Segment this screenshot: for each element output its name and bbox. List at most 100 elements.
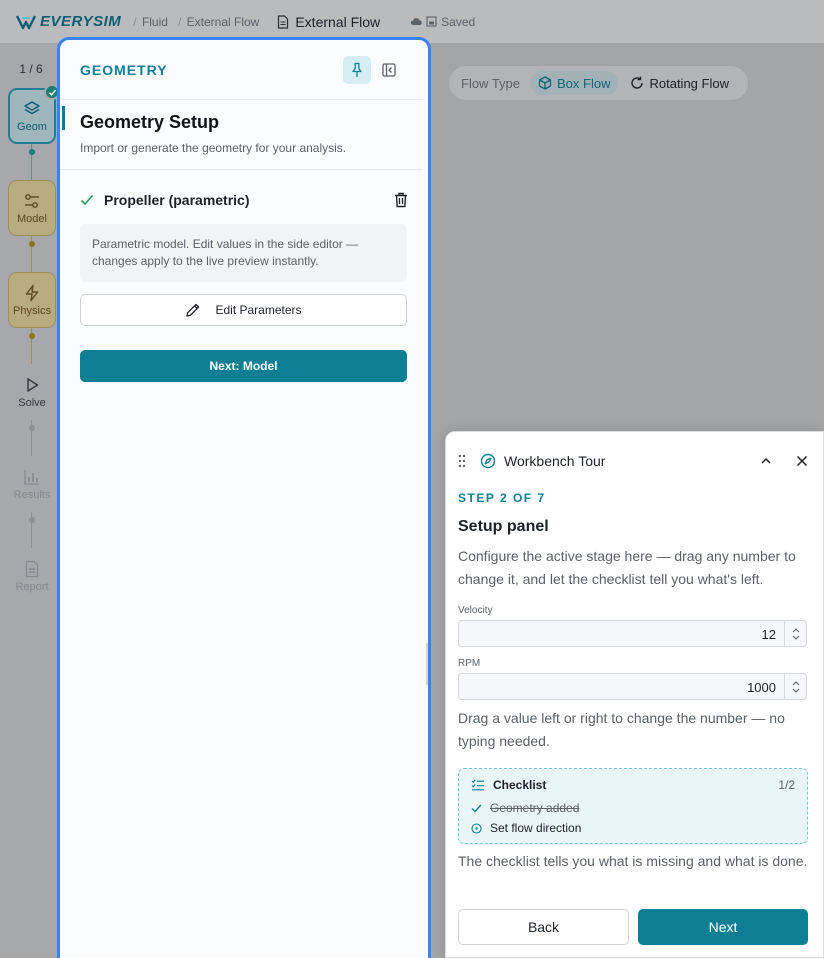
next-model-button[interactable]: Next: Model [80,350,407,382]
panel-header: GEOMETRY [60,40,423,100]
flow-option-rotating[interactable]: Rotating Flow [622,71,736,95]
velocity-stepper[interactable] [784,621,806,646]
tour-heading: Setup panel [458,518,549,535]
edit-parameters-label: Edit Parameters [215,303,302,317]
tour-step-indicator: STEP 2 OF 7 [458,491,546,505]
rpm-value: 1000 [747,680,776,695]
everysim-logo-icon [16,14,36,29]
workbench-tour: Workbench Tour STEP 2 OF 7 Setup panel C… [445,431,824,958]
stage-label: Physics [13,304,51,317]
velocity-label: Velocity [458,605,493,616]
list-check-icon [471,779,484,791]
checklist-item-label: Set flow direction [490,821,582,835]
connector-dot [29,241,35,247]
compass-icon [480,453,496,469]
trash-icon[interactable] [394,192,408,208]
play-icon [27,377,39,392]
flow-type-label: Flow Type [461,75,521,91]
chevron-down-icon[interactable] [792,635,800,640]
checklist-header: Checklist 1/2 [471,778,795,792]
panel-resize-handle[interactable] [426,643,428,685]
connector-dot [29,333,35,339]
velocity-input[interactable]: 12 [458,620,807,647]
section-header: Geometry Setup Import or generate the ge… [60,100,423,170]
flow-option-label: Rotating Flow [649,75,729,91]
tour-hint: Drag a value left or right to change the… [458,710,785,749]
stage-results[interactable]: Results [8,456,56,512]
flow-option-label: Box Flow [557,75,611,91]
chevron-down-icon[interactable] [792,688,800,693]
save-disk-icon [426,16,437,27]
tour-header: Workbench Tour [458,452,813,470]
app-logo[interactable]: EVERYSIM [16,13,121,30]
checklist-item: Geometry added [471,801,579,815]
chevron-up-icon[interactable] [792,680,800,686]
check-icon [471,804,482,812]
rpm-input[interactable]: 1000 [458,673,807,700]
panel-label: GEOMETRY [80,61,168,78]
rpm-label: RPM [458,658,481,669]
back-button[interactable]: Back [458,909,629,945]
stage-geom[interactable]: Geom [8,84,60,144]
drag-handle-icon[interactable] [458,454,466,468]
stage-label: Model [17,212,47,225]
section-subtitle: Import or generate the geometry for your… [80,141,347,155]
pencil-icon [186,303,200,317]
rpm-stepper[interactable] [784,674,806,699]
pin-button[interactable] [343,55,371,84]
stage-label: Geom [17,120,47,133]
stage-report[interactable]: Report [8,548,56,604]
connector-dot [29,425,35,431]
logo-text: EVERYSIM [40,13,122,30]
document-icon [25,560,39,577]
close-icon[interactable] [795,454,809,468]
save-status-text: Saved [441,14,476,29]
stage-label: Solve [18,396,46,409]
sidebar-collapse-icon [382,62,396,77]
geometry-item: Propeller (parametric) [60,170,428,208]
velocity-value: 12 [761,627,776,642]
checklist-item: Set flow direction [471,821,581,835]
pin-icon [352,62,362,77]
stage-label: Report [15,580,49,593]
flow-option-box[interactable]: Box Flow [530,71,619,95]
stage-label: Results [13,488,51,501]
cube-icon [538,76,552,90]
step-counter: 1 / 6 [19,62,43,76]
tour-description: Configure the active stage here — drag a… [458,548,796,587]
parametric-info: Parametric model. Edit values in the sid… [80,224,407,282]
checklist-title: Checklist [493,778,547,792]
stage-solve[interactable]: Solve [8,364,56,420]
edit-parameters-button[interactable]: Edit Parameters [80,294,407,326]
checklist-count: 1/2 [778,778,795,792]
next-button[interactable]: Next [638,909,808,945]
section-title: Geometry Setup [80,112,220,132]
stage-model[interactable]: Model [8,180,56,236]
collapse-panel-button[interactable] [375,56,403,84]
save-status: Saved [410,15,475,29]
flow-type-selector: Flow Type Box Flow Rotating Flow [448,65,749,101]
tour-title: Workbench Tour [504,453,606,469]
geometry-panel: GEOMETRY Geometry Setup Import or genera… [57,37,431,958]
pending-circle-icon [471,822,482,834]
chevron-up-icon[interactable] [792,627,800,633]
stage-physics[interactable]: Physics [8,272,56,328]
breadcrumb-fluid[interactable]: / Fluid [131,15,168,29]
chevron-up-icon[interactable] [759,454,773,468]
file-icon [278,14,289,29]
sliders-icon [25,193,39,208]
lightning-icon [25,284,39,301]
checklist: Checklist 1/2 Geometry added Set flow di… [458,768,808,844]
stage-rail: 1 / 6 Geom Model Physics Solve Results R… [0,44,62,958]
cloud-icon [411,18,422,25]
document-title[interactable]: External Flow [277,14,380,30]
check-icon [48,89,56,96]
tour-footer-hint: The checklist tells you what is missing … [458,853,808,869]
checklist-item-label: Geometry added [490,801,580,815]
bar-chart-icon [24,469,39,485]
section-accent-bar [62,106,65,130]
check-icon [80,194,94,206]
breadcrumb-external-flow[interactable]: / External Flow [176,15,259,29]
doc-title-text: External Flow [295,13,381,30]
connector-dot [29,149,35,155]
